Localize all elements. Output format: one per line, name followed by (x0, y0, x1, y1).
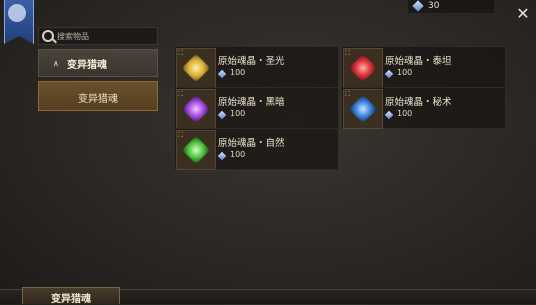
close-icon[interactable]: ✕ (515, 6, 531, 22)
item-count: 100 (230, 109, 246, 118)
search-input[interactable] (57, 28, 153, 44)
item-name: 原始魂晶・黑暗 (218, 97, 285, 108)
lock-tag-icon: ⛶ (345, 90, 350, 98)
item-count: 100 (397, 109, 413, 118)
lock-tag-icon: ⛶ (345, 49, 350, 57)
item-count: 100 (397, 68, 413, 77)
item-name: 原始魂晶・圣光 (218, 56, 285, 67)
currency-value: 30 (428, 1, 440, 11)
dark-soul-crystal-icon (181, 94, 211, 124)
item-name: 原始魂晶・泰坦 (385, 56, 452, 67)
item-slot[interactable]: ⛶ 原始魂晶・秘术 100 (341, 87, 506, 129)
soul-crystal-icon (217, 151, 227, 161)
soul-crystal-icon (384, 69, 394, 79)
search-bar[interactable] (38, 27, 158, 45)
holy-soul-crystal-icon (181, 53, 211, 83)
currency-display: 30 (408, 0, 494, 13)
titan-soul-crystal-icon (348, 53, 378, 83)
item-icon-frame: ⛶ (176, 89, 216, 129)
item-icon-frame: ⛶ (176, 130, 216, 170)
item-slot[interactable]: ⛶ 原始魂晶・泰坦 100 (341, 46, 506, 88)
category-header[interactable]: ∧ 变异猎魂 (38, 49, 158, 77)
soul-crystal-icon (217, 110, 227, 120)
item-icon-frame: ⛶ (343, 89, 383, 129)
bag-icon (8, 4, 26, 22)
lock-tag-icon: ⛶ (178, 131, 183, 139)
lock-tag-icon: ⛶ (178, 49, 183, 57)
item-count: 100 (230, 68, 246, 77)
item-slot[interactable]: ⛶ 原始魂晶・圣光 100 (174, 46, 339, 88)
nature-soul-crystal-icon (181, 135, 211, 165)
soul-crystal-icon (217, 69, 227, 79)
item-icon-frame: ⛶ (176, 48, 216, 88)
item-name: 原始魂晶・自然 (218, 138, 285, 149)
soul-crystal-icon (384, 110, 394, 120)
bottom-tab[interactable]: 变异猎魂 (22, 287, 120, 305)
item-name: 原始魂晶・秘术 (385, 97, 452, 108)
lock-tag-icon: ⛶ (178, 90, 183, 98)
item-icon-frame: ⛶ (343, 48, 383, 88)
category-item-selected[interactable]: 变异猎魂 (38, 81, 158, 111)
item-count: 100 (230, 150, 246, 159)
item-slot[interactable]: ⛶ 原始魂晶・自然 100 (174, 128, 339, 170)
category-item-label: 变异猎魂 (78, 94, 118, 105)
search-icon (42, 30, 54, 42)
arcane-soul-crystal-icon (348, 94, 378, 124)
category-header-label: 变异猎魂 (67, 60, 107, 71)
item-slot[interactable]: ⛶ 原始魂晶・黑暗 100 (174, 87, 339, 129)
soul-crystal-icon (412, 0, 424, 12)
chevron-up-icon: ∧ (53, 59, 59, 68)
